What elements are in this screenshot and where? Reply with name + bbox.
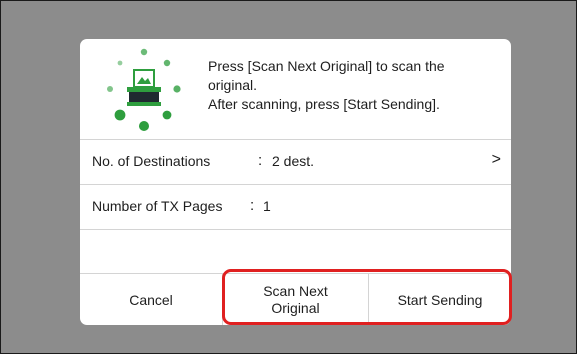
instruction-line-2: original. (208, 77, 258, 93)
instruction-line-3: After scanning, press [Start Sending]. (208, 96, 440, 112)
destinations-row[interactable]: No. of Destinations : 2 dest. > (80, 139, 511, 183)
scanner-progress-icon (107, 48, 181, 131)
chevron-right-icon: > (491, 151, 501, 168)
tx-pages-value: 1 (263, 198, 271, 214)
dialog-header: Press [Scan Next Original] to scan the o… (80, 39, 511, 139)
device-screen: Press [Scan Next Original] to scan the o… (0, 0, 577, 354)
scan-next-original-label: Scan Next Original (263, 283, 328, 316)
instruction-message: Press [Scan Next Original] to scan the o… (208, 57, 445, 114)
start-sending-button[interactable]: Start Sending (368, 274, 511, 325)
tx-pages-label: Number of TX Pages (92, 198, 223, 214)
destinations-label: No. of Destinations (92, 153, 211, 169)
scan-next-original-button[interactable]: Scan Next Original (222, 274, 368, 325)
destinations-separator: : (258, 152, 263, 169)
tx-pages-row: Number of TX Pages : 1 (80, 184, 511, 228)
cancel-button[interactable]: Cancel (80, 274, 222, 325)
dialog-footer: Cancel Scan Next Original Start Sending (80, 273, 511, 325)
scan-dialog: Press [Scan Next Original] to scan the o… (80, 39, 511, 325)
instruction-line-1: Press [Scan Next Original] to scan the (208, 58, 445, 74)
empty-row (80, 229, 511, 273)
tx-pages-separator: : (250, 197, 255, 214)
destinations-value: 2 dest. (272, 153, 315, 169)
